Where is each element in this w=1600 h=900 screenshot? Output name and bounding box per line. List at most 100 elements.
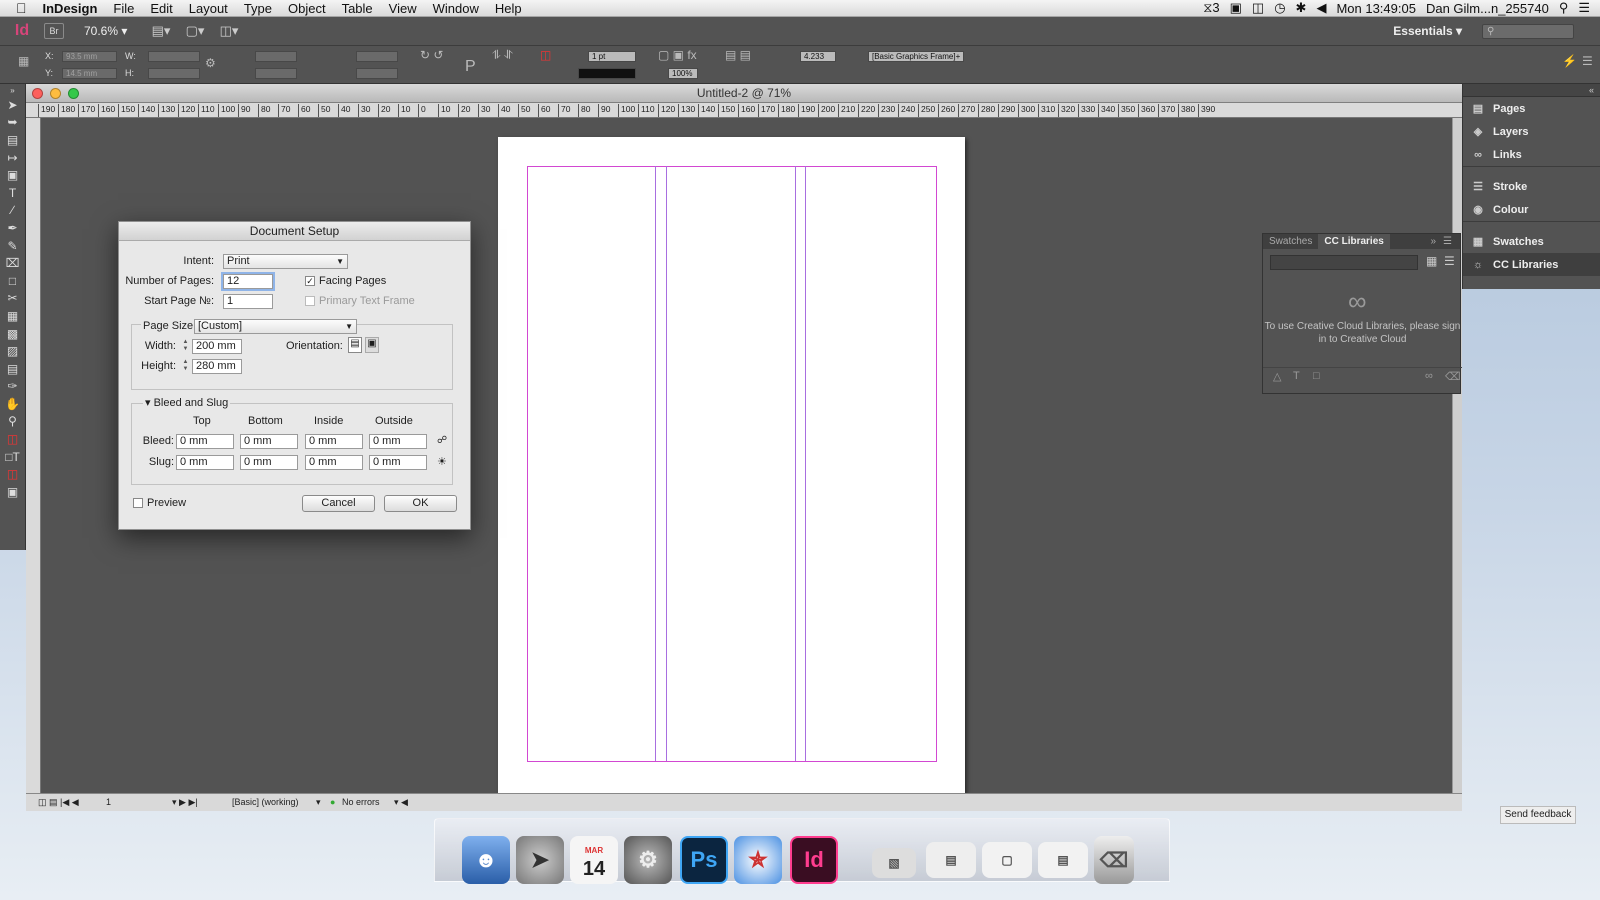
zoom-window-icon[interactable] (68, 88, 79, 99)
y-position-field[interactable]: 14.5 mm (62, 68, 117, 79)
gradient-tool-icon[interactable]: ▩ (0, 325, 25, 343)
bleed-top-input[interactable]: 0 mm (176, 434, 234, 449)
app-menu[interactable]: InDesign (35, 0, 106, 17)
menu-view[interactable]: View (381, 0, 425, 17)
bleed-slug-toggle[interactable]: ▾ Bleed and Slug (143, 396, 231, 409)
screen-mode-icon[interactable]: ▢▾ (178, 22, 212, 40)
panel-stroke[interactable]: ☰ Stroke (1463, 175, 1600, 198)
rectangle-tool-icon[interactable]: □ (0, 272, 25, 290)
width-stepper-icon[interactable]: ▲ ▼ (182, 339, 189, 354)
page-number-field[interactable]: 1 (106, 797, 111, 807)
eyedropper-tool-icon[interactable]: ✑ (0, 378, 25, 396)
opacity-field[interactable]: 100% (668, 68, 698, 79)
collapse-tools-icon[interactable]: » (0, 84, 25, 96)
height-stepper-icon[interactable]: ▲ ▼ (182, 359, 189, 374)
rectangle-frame-tool-icon[interactable]: ⌧ (0, 254, 25, 272)
arrange-documents-icon[interactable]: ◫▾ (212, 22, 246, 40)
notification-center-icon[interactable]: ☰ (1578, 0, 1590, 16)
panel-pages[interactable]: ▤ Pages (1463, 97, 1600, 120)
free-transform-tool-icon[interactable]: ▦ (0, 307, 25, 325)
document-thumbnail-icon[interactable]: ▢ (982, 842, 1032, 878)
stroke-weight-field[interactable]: 1 pt (588, 51, 636, 62)
stroke-type-select[interactable] (578, 68, 636, 79)
volume-icon[interactable]: ◀ (1316, 0, 1326, 16)
preflight-status[interactable]: No errors (342, 797, 380, 807)
add-graphic-icon[interactable]: △ (1273, 370, 1281, 383)
facing-pages-checkbox[interactable]: ✓ (305, 276, 315, 286)
hand-tool-icon[interactable]: ✋ (0, 395, 25, 413)
document-thumbnail-icon[interactable]: ▤ (926, 842, 976, 878)
launchpad-icon[interactable]: ➤ (516, 836, 564, 884)
gradient-feather-tool-icon[interactable]: ▨ (0, 342, 25, 360)
fill-stroke-icon[interactable]: ◫ (0, 430, 25, 448)
photoshop-icon[interactable]: Ps (680, 836, 728, 884)
panel-menu-icon[interactable]: ☰ (1582, 54, 1593, 68)
bleed-bottom-input[interactable]: 0 mm (240, 434, 298, 449)
shear-field[interactable] (356, 68, 398, 79)
close-window-icon[interactable] (32, 88, 43, 99)
gap-tool-icon[interactable]: ↦ (0, 149, 25, 167)
apple-menu-icon[interactable]:  (0, 0, 35, 16)
menu-window[interactable]: Window (425, 0, 487, 17)
trash-icon[interactable]: ⌫ (1094, 836, 1134, 884)
portrait-orientation-icon[interactable]: ▤ (348, 337, 362, 353)
slug-bottom-input[interactable]: 0 mm (240, 455, 298, 470)
bleed-link-icon[interactable]: ☍ (437, 435, 447, 446)
panel-cc-libraries[interactable]: ☼ CC Libraries (1463, 253, 1600, 276)
formatting-affects-icon[interactable]: □T (0, 448, 25, 466)
panel-colour[interactable]: ◉ Colour (1463, 198, 1600, 221)
flip-icon[interactable]: ⥮ ⥯ (492, 48, 513, 63)
quick-apply-icon[interactable]: ⚡ (1562, 54, 1577, 68)
notes-icon[interactable]: ▣ (1230, 0, 1242, 16)
screen-mode-tool-icon[interactable]: ▣ (0, 483, 25, 501)
document-thumbnail-icon[interactable]: ▧ (872, 848, 916, 878)
add-text-icon[interactable]: T (1293, 370, 1300, 382)
minimize-window-icon[interactable] (50, 88, 61, 99)
width-input[interactable]: 200 mm (192, 339, 242, 354)
panel-menu-icon[interactable]: ☰ (1437, 234, 1458, 249)
cancel-button[interactable]: Cancel (302, 495, 375, 512)
bridge-button[interactable]: Br (44, 23, 64, 39)
finder-icon[interactable]: ☻ (462, 836, 510, 884)
bluetooth-icon[interactable]: ✱ (1296, 0, 1307, 16)
workspace-switcher[interactable]: Essentials ▾ (1393, 24, 1462, 38)
preview-checkbox[interactable] (133, 498, 143, 508)
document-page[interactable] (498, 137, 965, 793)
menu-type[interactable]: Type (236, 0, 280, 17)
direct-selection-tool-icon[interactable]: ➥ (0, 114, 25, 132)
grid-view-icon[interactable]: ▦ (1426, 254, 1437, 268)
time-machine-icon[interactable]: ◷ (1274, 0, 1285, 16)
object-style-select[interactable]: [Basic Graphics Frame]+ (868, 51, 964, 62)
spotlight-icon[interactable]: ⚲ (1559, 0, 1569, 16)
apply-none-icon[interactable]: ◫ (0, 465, 25, 483)
fill-swatch-icon[interactable]: ◫ (540, 48, 551, 62)
rotate-icon[interactable]: ↻ ↺ (420, 48, 443, 62)
view-options-icon[interactable]: ▤▾ (144, 22, 178, 40)
page-size-select[interactable]: [Custom] ▼ (194, 319, 357, 334)
selection-tool-icon[interactable]: ➤ (0, 96, 25, 114)
safari-icon[interactable]: ✯ (734, 836, 782, 884)
sync-icon[interactable]: ◫ (1252, 0, 1264, 16)
rotation-field[interactable] (356, 51, 398, 62)
page-tool-icon[interactable]: ▤ (0, 131, 25, 149)
menu-clock[interactable]: Mon 13:49:05 (1336, 1, 1416, 16)
bleed-inside-input[interactable]: 0 mm (305, 434, 363, 449)
text-path-icon[interactable]: P (465, 58, 476, 76)
line-tool-icon[interactable]: ∕ (0, 202, 25, 220)
slug-outside-input[interactable]: 0 mm (369, 455, 427, 470)
menu-user[interactable]: Dan Gilm...n_255740 (1426, 1, 1549, 16)
preflight-dropdown-icon[interactable]: ▾ (316, 797, 321, 808)
system-preferences-icon[interactable]: ⚙ (624, 836, 672, 884)
horizontal-ruler[interactable]: 190 180 170 160 150 140 130 120 110 100 90 80 70 60 50… (26, 103, 1462, 118)
start-page-input[interactable]: 1 (223, 294, 273, 309)
width-field[interactable] (148, 51, 200, 62)
constrain-proportions-icon[interactable]: ⚙ (205, 56, 216, 70)
panel-swatches[interactable]: ▦ Swatches (1463, 230, 1600, 253)
ok-button[interactable]: OK (384, 495, 457, 512)
slug-top-input[interactable]: 0 mm (176, 455, 234, 470)
note-tool-icon[interactable]: ▤ (0, 360, 25, 378)
scale-x-field[interactable] (255, 51, 297, 62)
menu-file[interactable]: File (105, 0, 142, 17)
collapse-panels-icon[interactable]: « (1463, 84, 1600, 97)
calendar-icon[interactable]: MAR 14 (570, 836, 618, 884)
